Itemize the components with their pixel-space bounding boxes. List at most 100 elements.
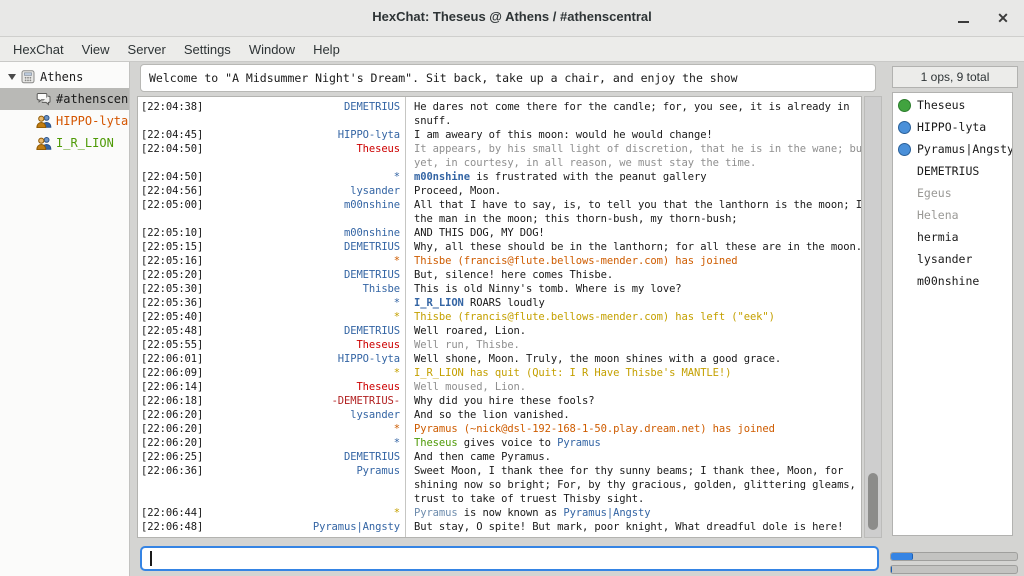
chat-row: [22:06:09]*I_R_LION has quit (Quit: I R … (138, 366, 861, 380)
chat-nick: DEMETRIUS (205, 450, 400, 464)
chat-row: [22:04:56]lysanderProceed, Moon. (138, 184, 861, 198)
chat-message: All that I have to say, is, to tell you … (414, 198, 862, 212)
menu-server[interactable]: Server (119, 39, 175, 60)
user-list-item-egeus[interactable]: Egeus (893, 182, 1012, 204)
user-list-item-lysander[interactable]: lysander (893, 248, 1012, 270)
throttle-meter-fill (891, 566, 892, 573)
chat-timestamp: [22:06:44] (141, 506, 205, 520)
menu-hexchat[interactable]: HexChat (4, 39, 73, 60)
chat-row: [22:06:14]TheseusWell moused, Lion. (138, 380, 861, 394)
chat-message-segment: Pyramus (414, 507, 458, 519)
menu-window[interactable]: Window (240, 39, 304, 60)
user-list-item-m00nshine[interactable]: m00nshine (893, 270, 1012, 292)
chat-message-segment: And so the lion vanished. (414, 409, 570, 421)
minimize-button[interactable] (950, 6, 976, 30)
channel-tree: Athens #athenscentral HIPPO-lyta I_R_LION (0, 62, 130, 576)
no-badge (898, 275, 911, 288)
network-icon (20, 70, 36, 84)
tree-item-label: HIPPO-lyta (56, 114, 128, 128)
chat-timestamp: [22:06:48] (141, 520, 205, 534)
chat-message: He dares not come there for the candle; … (414, 100, 850, 114)
tree-network-row[interactable]: Athens (0, 66, 129, 88)
chat-message-segment: Why, all these should be in the lanthorn… (414, 241, 862, 253)
chat-nick: Pyramus|Angsty (205, 520, 400, 534)
tree-item-i-r-lion[interactable]: I_R_LION (0, 132, 129, 154)
menu-view[interactable]: View (73, 39, 119, 60)
chat-message: Well moused, Lion. (414, 380, 526, 394)
chat-timestamp: [22:05:55] (141, 338, 205, 352)
chat-message: Well roared, Lion. (414, 324, 526, 338)
chat-row: the man in the moon; this thorn-bush, my… (138, 212, 861, 226)
chat-row: [22:05:55]TheseusWell run, Thisbe. (138, 338, 861, 352)
chat-timestamp (141, 114, 205, 128)
chat-message-segment: I_R_LION has quit (Quit: I R Have Thisbe… (414, 367, 731, 379)
chat-timestamp: [22:06:20] (141, 408, 205, 422)
chat-timestamp: [22:05:00] (141, 198, 205, 212)
chat-row: [22:06:48]Pyramus|AngstyBut stay, O spit… (138, 520, 861, 534)
chat-timestamp: [22:04:50] (141, 142, 205, 156)
chat-message: Proceed, Moon. (414, 184, 501, 198)
lag-meter (890, 552, 1018, 561)
chat-nick: Thisbe (205, 282, 400, 296)
chat-message-segment: ROARS loudly (464, 297, 545, 309)
chat-scrollbar[interactable] (864, 96, 882, 538)
chat-timestamp: [22:06:25] (141, 450, 205, 464)
no-badge (898, 231, 911, 244)
chat-row: [22:05:15]DEMETRIUSWhy, all these should… (138, 240, 861, 254)
chat-nick (205, 114, 400, 128)
message-input[interactable] (140, 546, 879, 571)
chat-row: [22:04:45]HIPPO-lytaI am aweary of this … (138, 128, 861, 142)
chat-message: Thisbe (francis@flute.bellows-mender.com… (414, 254, 738, 268)
userlist-pane: 1 ops, 9 total Theseus HIPPO-lytaPyramus|… (888, 62, 1024, 576)
chat-nick (205, 492, 400, 506)
chat-message-segment: This is old Ninny's tomb. Where is my lo… (414, 283, 682, 295)
user-name: Theseus (917, 98, 965, 112)
user-name: hermia (917, 230, 959, 244)
no-badge (898, 165, 911, 178)
close-button[interactable]: ✕ (990, 6, 1016, 30)
titlebar[interactable]: HexChat: Theseus @ Athens / #athenscentr… (0, 0, 1024, 37)
user-list-item-theseus[interactable]: Theseus (893, 94, 1012, 116)
tree-item-hippo-lyta[interactable]: HIPPO-lyta (0, 110, 129, 132)
chat-message-segment: m00nshine (414, 171, 470, 183)
user-name: m00nshine (917, 274, 979, 288)
chat-message: snuff. (414, 114, 451, 128)
chat-timestamp: [22:06:09] (141, 366, 205, 380)
chat-row: [22:05:40]*Thisbe (francis@flute.bellows… (138, 310, 861, 324)
chat-message-segment: It appears, by his small light of discre… (414, 143, 862, 155)
chat-nick: * (205, 254, 400, 268)
user-list-item-hippo-lyta[interactable]: HIPPO-lyta (893, 116, 1012, 138)
channel-icon (36, 92, 52, 106)
tree-item-label: #athenscentral (56, 92, 129, 106)
chat-message-segment: the man in the moon; this thorn-bush, my… (414, 213, 738, 225)
chat-row: [22:05:00]m00nshine All that I have to sa… (138, 198, 861, 212)
expander-icon[interactable] (8, 74, 16, 80)
chat-nick: m00nshine (205, 198, 400, 212)
chat-timestamp (141, 478, 205, 492)
user-list-item-helena[interactable]: Helena (893, 204, 1012, 226)
chat-message: I_R_LION ROARS loudly (414, 296, 545, 310)
user-list-item-demetrius[interactable]: DEMETRIUS (893, 160, 1012, 182)
userlist-header: 1 ops, 9 total (892, 66, 1018, 88)
chat-message-segment: Thisbe (francis@flute.bellows-mender.com… (414, 311, 775, 323)
window-title: HexChat: Theseus @ Athens / #athenscentr… (0, 9, 1024, 24)
chat-message: Why did you hire these fools? (414, 394, 594, 408)
tree-item--athenscentral[interactable]: #athenscentral (0, 88, 129, 110)
chat-row: [22:04:50]*m00nshine is frustrated with … (138, 170, 861, 184)
chat-nick: lysander (205, 408, 400, 422)
chat-row: yet, in courtesy, in all reason, we must… (138, 156, 861, 170)
chat-message: But, silence! here comes Thisbe. (414, 268, 613, 282)
chat-timestamp: [22:06:20] (141, 422, 205, 436)
chat-row: [22:06:01]HIPPO-lytaWell shone, Moon. Tr… (138, 352, 861, 366)
user-list-item-pyramus-angsty[interactable]: Pyramus|Angsty (893, 138, 1012, 160)
chat-message-segment: Why did you hire these fools? (414, 395, 594, 407)
text-caret (150, 551, 152, 566)
menu-help[interactable]: Help (304, 39, 349, 60)
chat-message: And then came Pyramus. (414, 450, 551, 464)
menu-settings[interactable]: Settings (175, 39, 240, 60)
chat-timestamp: [22:04:50] (141, 170, 205, 184)
chat-scrollbar-thumb[interactable] (868, 473, 878, 530)
chat-message-segment: He dares not come there for the candle; … (414, 101, 850, 113)
topic-entry[interactable] (140, 64, 876, 92)
user-list-item-hermia[interactable]: hermia (893, 226, 1012, 248)
